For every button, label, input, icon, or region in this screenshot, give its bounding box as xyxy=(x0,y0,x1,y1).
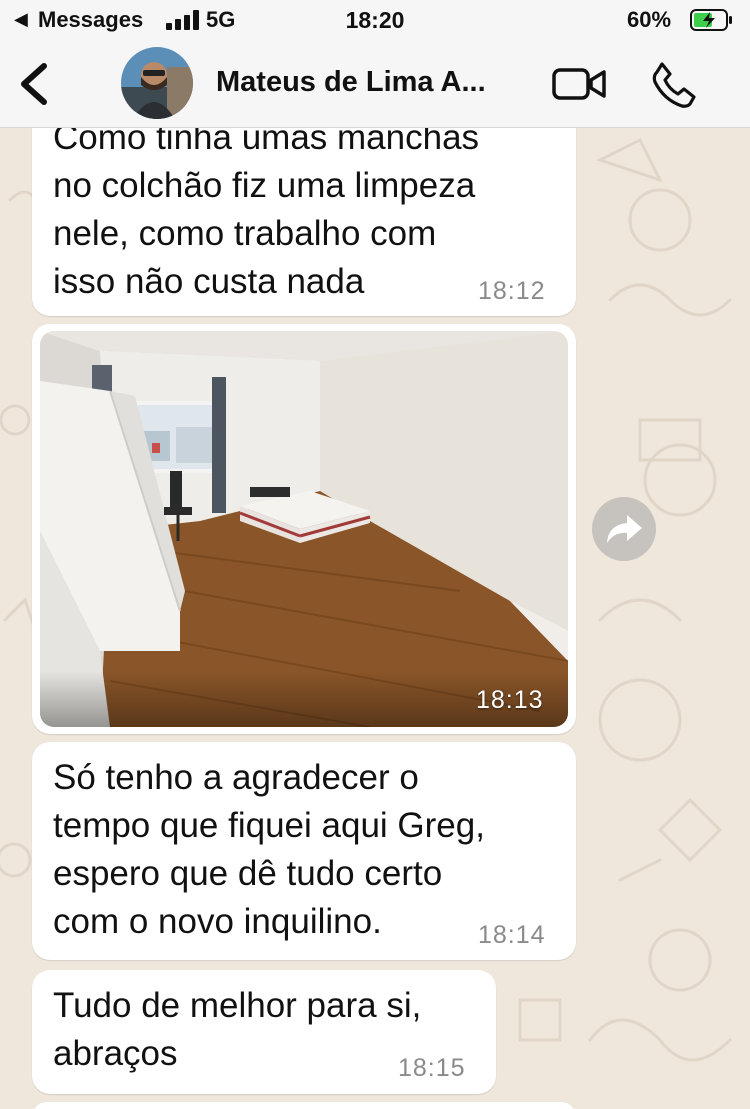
contact-avatar[interactable] xyxy=(121,47,193,119)
chat-header: Mateus de Lima A... xyxy=(0,42,750,128)
message-bubble-partial[interactable] xyxy=(32,1102,576,1109)
chevron-left-icon[interactable] xyxy=(14,60,54,108)
battery-percent: 60% xyxy=(627,7,672,32)
forward-icon xyxy=(607,515,642,543)
image-timestamp: 18:13 xyxy=(476,686,544,714)
message-timestamp: 18:14 xyxy=(478,921,546,949)
contact-name[interactable]: Mateus de Lima A... xyxy=(216,66,536,99)
room-photo[interactable] xyxy=(40,331,568,727)
message-bubble[interactable]: Só tenho a agradecer o tempo que fiquei … xyxy=(32,742,576,960)
phone-icon[interactable] xyxy=(650,60,700,108)
message-text: Tudo de melhor para si, abraços xyxy=(53,986,422,1073)
battery-charging-icon xyxy=(690,9,732,31)
message-timestamp: 18:15 xyxy=(398,1054,466,1082)
message-text: Como tinha umas manchas no colchão fiz u… xyxy=(53,118,480,301)
status-bar: ◀ Messages 5G 18:20 60% xyxy=(0,0,750,42)
forward-button[interactable] xyxy=(592,497,656,561)
message-bubble[interactable]: Como tinha umas manchas no colchão fiz u… xyxy=(32,100,576,316)
video-camera-icon[interactable] xyxy=(551,64,607,104)
message-text: Só tenho a agradecer o tempo que fiquei … xyxy=(53,758,485,941)
message-timestamp: 18:12 xyxy=(478,277,546,305)
message-bubble[interactable]: Tudo de melhor para si, abraços 18:15 xyxy=(32,970,496,1094)
